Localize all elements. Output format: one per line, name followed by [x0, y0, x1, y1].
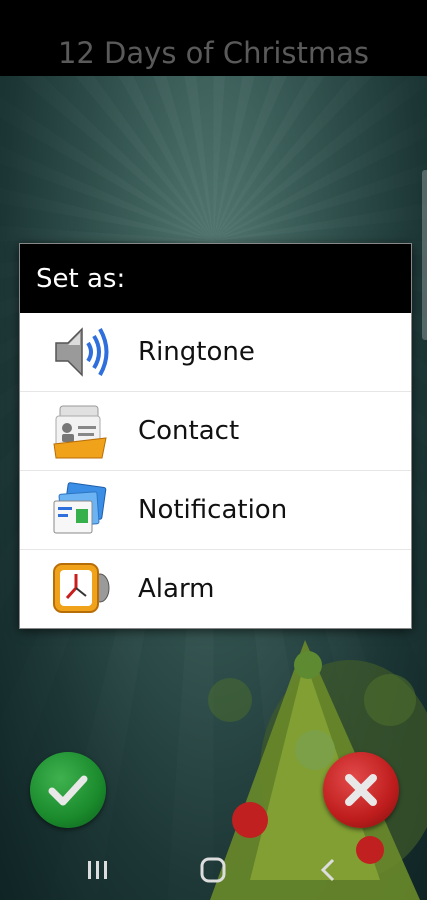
- option-ringtone[interactable]: Ringtone: [20, 313, 411, 392]
- option-label: Ringtone: [138, 337, 255, 367]
- app-header: 12 Days of Christmas: [0, 0, 427, 76]
- confirm-button[interactable]: [30, 752, 106, 828]
- alarm-clock-icon: [46, 557, 116, 621]
- back-icon: [321, 858, 335, 882]
- recent-apps-icon: [87, 861, 107, 879]
- close-icon: [345, 774, 377, 806]
- notification-icon: [46, 478, 116, 542]
- set-as-dialog: Set as: Ringtone Contact Notification Al…: [19, 243, 412, 629]
- option-alarm[interactable]: Alarm: [20, 550, 411, 628]
- recent-apps-button[interactable]: [68, 845, 128, 895]
- back-button[interactable]: [299, 845, 359, 895]
- home-button[interactable]: [183, 845, 243, 895]
- app-title: 12 Days of Christmas: [57, 36, 370, 70]
- option-label: Contact: [138, 416, 240, 446]
- cancel-button[interactable]: [323, 752, 399, 828]
- option-notification[interactable]: Notification: [20, 471, 411, 550]
- home-icon: [200, 857, 226, 883]
- option-label: Notification: [138, 495, 288, 525]
- contact-card-icon: [46, 399, 116, 463]
- checkmark-icon: [48, 775, 88, 806]
- dialog-title: Set as:: [20, 244, 411, 313]
- option-contact[interactable]: Contact: [20, 392, 411, 471]
- scroll-indicator: [422, 170, 427, 340]
- system-navigation-bar: [0, 840, 427, 900]
- speaker-icon: [46, 320, 116, 384]
- option-label: Alarm: [138, 574, 215, 604]
